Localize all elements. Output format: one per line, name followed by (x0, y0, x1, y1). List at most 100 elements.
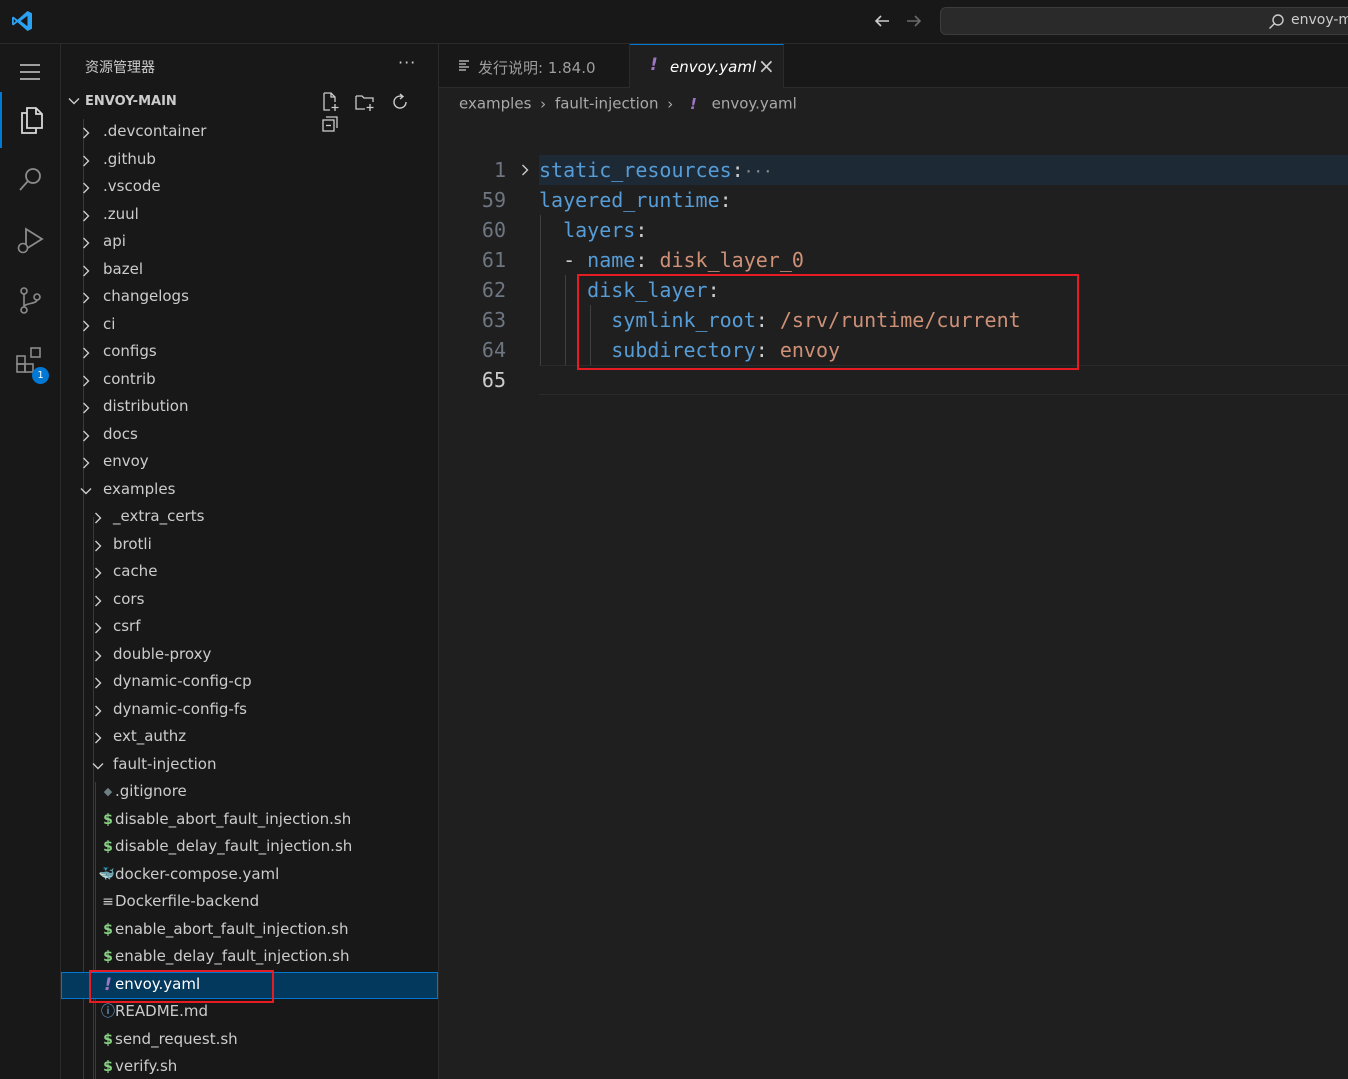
tree-file[interactable]: $ enable_abort_fault_injection.sh (61, 917, 438, 945)
tree-file[interactable]: ⓘ README.md (61, 999, 438, 1027)
yaml-key: layered_runtime (539, 188, 720, 212)
chevron-right-icon (83, 237, 90, 249)
arrow-right-icon[interactable] (902, 9, 926, 33)
tree-folder[interactable]: docs (61, 422, 438, 450)
shell-script-icon: $ (103, 949, 113, 965)
tree-item-label: configs (103, 342, 157, 360)
close-tab-icon[interactable]: × (758, 54, 775, 78)
code-editor[interactable]: 1 static_resources:··· 59 layered_runtime: 6… (439, 155, 1348, 395)
code-text: disk_layer: (539, 275, 719, 305)
tree-folder[interactable]: _extra_certs (61, 504, 438, 532)
tree-folder[interactable]: examples (61, 477, 438, 505)
activity-explorer[interactable] (0, 92, 60, 148)
tree-folder[interactable]: dynamic-config-fs (61, 697, 438, 725)
chevron-right-icon (95, 677, 102, 689)
tree-folder[interactable]: double-proxy (61, 642, 438, 670)
code-line[interactable]: 59 layered_runtime: (439, 185, 1348, 215)
refresh-icon[interactable] (389, 91, 411, 113)
chevron-right-icon (83, 402, 90, 414)
menu-button[interactable] (0, 44, 60, 96)
explorer-sidebar: 资源管理器 ··· ENVOY-MAIN .devcontainer .githu… (61, 44, 439, 1079)
fold-chevron-icon[interactable] (518, 163, 532, 177)
tree-file[interactable]: $ disable_delay_fault_injection.sh (61, 834, 438, 862)
tree-file[interactable]: 🐳 docker-compose.yaml (61, 862, 438, 890)
tree-folder[interactable]: distribution (61, 394, 438, 422)
yaml-punct: : (635, 248, 660, 272)
tree-folder[interactable]: .vscode (61, 174, 438, 202)
yaml-icon: ! (650, 55, 658, 75)
editor-tabs: 发行说明: 1.84.0 ! envoy.yaml × (439, 44, 1348, 88)
more-actions-button[interactable]: ··· (398, 53, 416, 72)
code-line[interactable]: 62 disk_layer: (439, 275, 1348, 305)
code-line[interactable]: 61 - name: disk_layer_0 (439, 245, 1348, 275)
activity-run-debug[interactable] (0, 212, 60, 264)
tree-folder[interactable]: contrib (61, 367, 438, 395)
tree-file[interactable]: ! envoy.yaml (61, 971, 438, 999)
tree-folder[interactable]: bazel (61, 257, 438, 285)
line-number: 64 (481, 338, 506, 362)
tree-file[interactable]: ≡ Dockerfile-backend (61, 889, 438, 917)
code-text: layers: (539, 215, 647, 245)
tree-folder[interactable]: fault-injection (61, 752, 438, 780)
tree-folder[interactable]: envoy (61, 449, 438, 477)
code-line[interactable]: 60 layers: (439, 215, 1348, 245)
tree-folder[interactable]: cache (61, 559, 438, 587)
extensions-badge: 1 (32, 367, 49, 384)
tree-item-label: .vscode (103, 177, 161, 195)
tree-item-label: bazel (103, 259, 143, 278)
code-text: symlink_root: /srv/runtime/current (539, 305, 1020, 335)
tree-file[interactable]: $ enable_delay_fault_injection.sh (61, 944, 438, 972)
tree-file[interactable]: ◆ .gitignore (61, 779, 438, 807)
tree-item-label: ci (103, 314, 116, 333)
new-folder-icon[interactable] (354, 91, 376, 113)
breadcrumb-item[interactable]: examples (459, 95, 531, 113)
tab-release-notes[interactable]: 发行说明: 1.84.0 (439, 44, 630, 87)
tree-folder[interactable]: .devcontainer (61, 119, 438, 147)
activity-search[interactable] (0, 152, 60, 204)
arrow-left-icon[interactable] (870, 9, 894, 33)
tree-folder[interactable]: .github (61, 147, 438, 175)
info-icon: ⓘ (101, 1004, 115, 1020)
activity-extensions[interactable]: 1 (0, 332, 60, 384)
tree-file[interactable]: $ send_request.sh (61, 1027, 438, 1055)
tree-folder[interactable]: .zuul (61, 202, 438, 230)
tree-folder[interactable]: cors (61, 587, 438, 615)
tree-folder[interactable]: api (61, 229, 438, 257)
tree-folder[interactable]: ci (61, 312, 438, 340)
chevron-right-icon (83, 127, 90, 139)
tree-folder[interactable]: ext_authz (61, 724, 438, 752)
tree-file[interactable]: $ disable_abort_fault_injection.sh (61, 807, 438, 835)
yaml-punct: : (755, 308, 780, 332)
breadcrumb-item[interactable]: envoy.yaml (712, 95, 797, 113)
workspace-section-header[interactable]: ENVOY-MAIN (61, 89, 438, 132)
command-center[interactable]: envoy-main (940, 7, 1348, 35)
tree-file[interactable]: $ verify.sh (61, 1054, 438, 1079)
current-line-highlight (539, 365, 1348, 395)
new-file-icon[interactable] (319, 91, 341, 113)
tree-folder[interactable]: csrf (61, 614, 438, 642)
yaml-icon: ! (690, 94, 697, 113)
tree-folder[interactable]: changelogs (61, 284, 438, 312)
code-line[interactable]: 65 (439, 365, 1348, 395)
tree-item-label: enable_abort_fault_injection.sh (115, 919, 349, 938)
breadcrumb-item[interactable]: fault-injection (555, 95, 659, 113)
tree-folder[interactable]: dynamic-config-cp (61, 669, 438, 697)
line-number: 60 (481, 218, 506, 242)
tree-item-label: envoy (103, 452, 149, 470)
activity-source-control[interactable] (0, 272, 60, 324)
yaml-key: subdirectory (611, 338, 756, 362)
files-icon (21, 107, 43, 134)
tree-item-label: .github (103, 149, 156, 168)
vscode-logo-icon[interactable] (10, 9, 34, 33)
tree-folder[interactable]: configs (61, 339, 438, 367)
fold-ellipsis-icon[interactable]: ··· (744, 162, 773, 181)
code-line[interactable]: 63 symlink_root: /srv/runtime/current (439, 305, 1348, 335)
code-line[interactable]: 1 static_resources:··· (439, 155, 1348, 185)
tree-item-label: changelogs (103, 287, 189, 305)
tree-item-label: .devcontainer (103, 122, 207, 140)
chevron-right-icon (83, 155, 90, 166)
code-line[interactable]: 64 subdirectory: envoy (439, 335, 1348, 365)
tree-folder[interactable]: brotli (61, 532, 438, 560)
tab-envoy-yaml[interactable]: ! envoy.yaml × (630, 44, 784, 88)
yaml-key: name (587, 248, 636, 272)
